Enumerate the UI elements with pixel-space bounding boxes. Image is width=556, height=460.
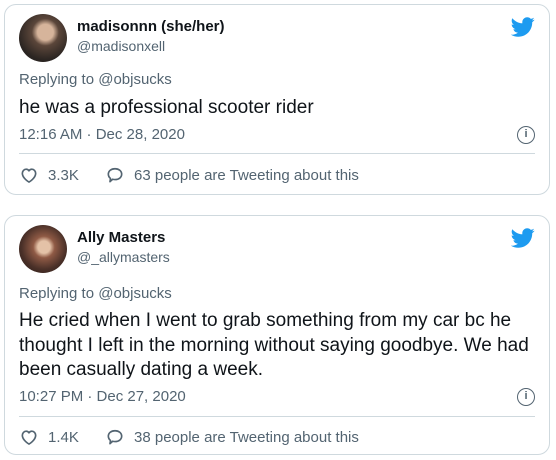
tweet-text: he was a professional scooter rider [19, 97, 314, 118]
tweeting-count-label: 63 people are Tweeting about this [134, 166, 359, 184]
comment-icon [107, 429, 123, 445]
avatar[interactable] [19, 14, 67, 62]
display-name[interactable]: Ally Masters [77, 229, 165, 246]
like-button[interactable]: 3.3K [19, 163, 79, 187]
heart-icon [21, 430, 37, 445]
replying-to[interactable]: Replying to @objsucks [19, 285, 172, 302]
replying-to[interactable]: Replying to @objsucks [19, 71, 172, 88]
action-bar: 1.4K 38 people are Tweeting about this [19, 425, 535, 449]
like-button[interactable]: 1.4K [19, 425, 79, 449]
username-handle[interactable]: @madisonxell [77, 38, 165, 54]
tweeting-about-link[interactable]: 38 people are Tweeting about this [105, 425, 359, 449]
timestamp[interactable]: 10:27 PM · Dec 27, 2020 [19, 388, 186, 405]
like-count: 1.4K [48, 428, 79, 446]
display-name[interactable]: madisonnn (she/her) [77, 18, 225, 35]
tweeting-count-label: 38 people are Tweeting about this [134, 428, 359, 446]
tweeting-about-link[interactable]: 63 people are Tweeting about this [105, 163, 359, 187]
action-bar: 3.3K 63 people are Tweeting about this [19, 163, 535, 187]
divider [19, 416, 535, 417]
tweet-card[interactable]: Ally Masters @_allymasters Replying to @… [4, 215, 550, 455]
tweet-card[interactable]: madisonnn (she/her) @madisonxell Replyin… [4, 4, 550, 195]
avatar[interactable] [19, 225, 67, 273]
twitter-bird-icon[interactable] [511, 226, 535, 250]
heart-icon [21, 168, 37, 183]
timestamp[interactable]: 12:16 AM · Dec 28, 2020 [19, 126, 185, 143]
twitter-bird-icon[interactable] [511, 15, 535, 39]
tweet-text: He cried when I went to grab something f… [19, 310, 529, 380]
info-icon[interactable]: i [517, 388, 535, 406]
info-icon[interactable]: i [517, 126, 535, 144]
like-count: 3.3K [48, 166, 79, 184]
username-handle[interactable]: @_allymasters [77, 249, 170, 265]
divider [19, 153, 535, 154]
comment-icon [107, 167, 123, 183]
